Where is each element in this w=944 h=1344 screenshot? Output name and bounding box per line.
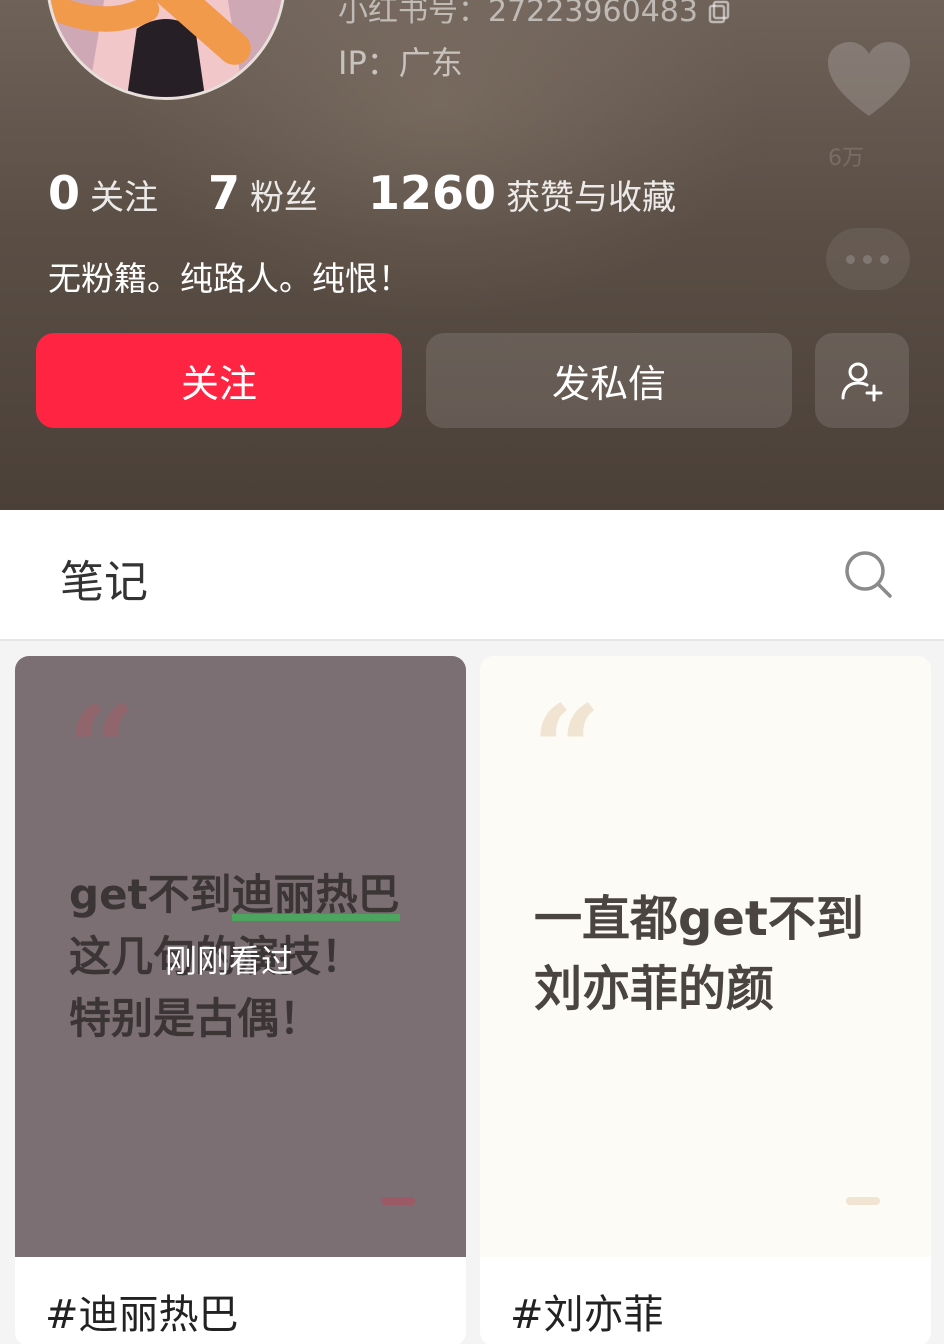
- more-icon: [826, 228, 910, 290]
- stat-likes[interactable]: 1260 获赞与收藏: [368, 166, 676, 220]
- follow-button[interactable]: 关注: [36, 333, 402, 428]
- stat-number: 7: [208, 166, 241, 220]
- recently-viewed-label: 刚刚看过: [165, 942, 294, 980]
- add-friend-icon: [841, 362, 883, 401]
- profile-stats: 0 关注 7 粉丝 1260 获赞与收藏: [48, 166, 726, 220]
- copy-icon[interactable]: [708, 0, 730, 24]
- tab-notes[interactable]: 笔记: [60, 546, 148, 610]
- profile-bio: 无粉籍。纯路人。纯恨！: [48, 259, 411, 298]
- cover-dash: [846, 1197, 880, 1205]
- side-like-count: 6万: [828, 146, 864, 171]
- note-cover-text: 一直都get不到 刘亦菲的颜: [534, 891, 864, 1017]
- cover-dash: [381, 1197, 415, 1205]
- stat-following[interactable]: 0 关注: [48, 166, 158, 220]
- note-card[interactable]: “ get不到迪丽热巴 这几句的演技！ 特别是古偶！ 刚刚看过 #迪丽热巴: [15, 656, 466, 1344]
- note-cover: “ 一直都get不到 刘亦菲的颜: [480, 656, 931, 1257]
- search-icon[interactable]: [842, 548, 894, 600]
- user-id: 小红书号：27223960483: [338, 0, 730, 30]
- avatar[interactable]: [46, 0, 286, 100]
- stat-label: 粉丝: [250, 178, 319, 218]
- stat-number: 0: [48, 166, 81, 220]
- note-title: #迪丽热巴: [45, 1292, 239, 1338]
- content-tabbar: 笔记: [0, 510, 944, 641]
- quote-icon: “: [67, 679, 137, 820]
- profile-header: 小红书号：27223960483 IP：广东 6万 0 关注 7 粉丝 1260…: [0, 0, 944, 510]
- stat-label: 获赞与收藏: [506, 178, 677, 218]
- ip-location: IP：广东: [338, 44, 463, 82]
- stat-number: 1260: [368, 166, 497, 220]
- stat-followers[interactable]: 7 粉丝: [208, 166, 318, 220]
- stat-label: 关注: [90, 178, 159, 218]
- quote-icon: “: [532, 679, 602, 820]
- add-friend-button[interactable]: [815, 333, 909, 428]
- note-cover: “ get不到迪丽热巴 这几句的演技！ 特别是古偶！ 刚刚看过: [15, 656, 466, 1257]
- message-button[interactable]: 发私信: [426, 333, 792, 428]
- note-card[interactable]: “ 一直都get不到 刘亦菲的颜 #刘亦菲: [480, 656, 931, 1344]
- note-title: #刘亦菲: [510, 1292, 664, 1338]
- heart-icon: [828, 42, 910, 116]
